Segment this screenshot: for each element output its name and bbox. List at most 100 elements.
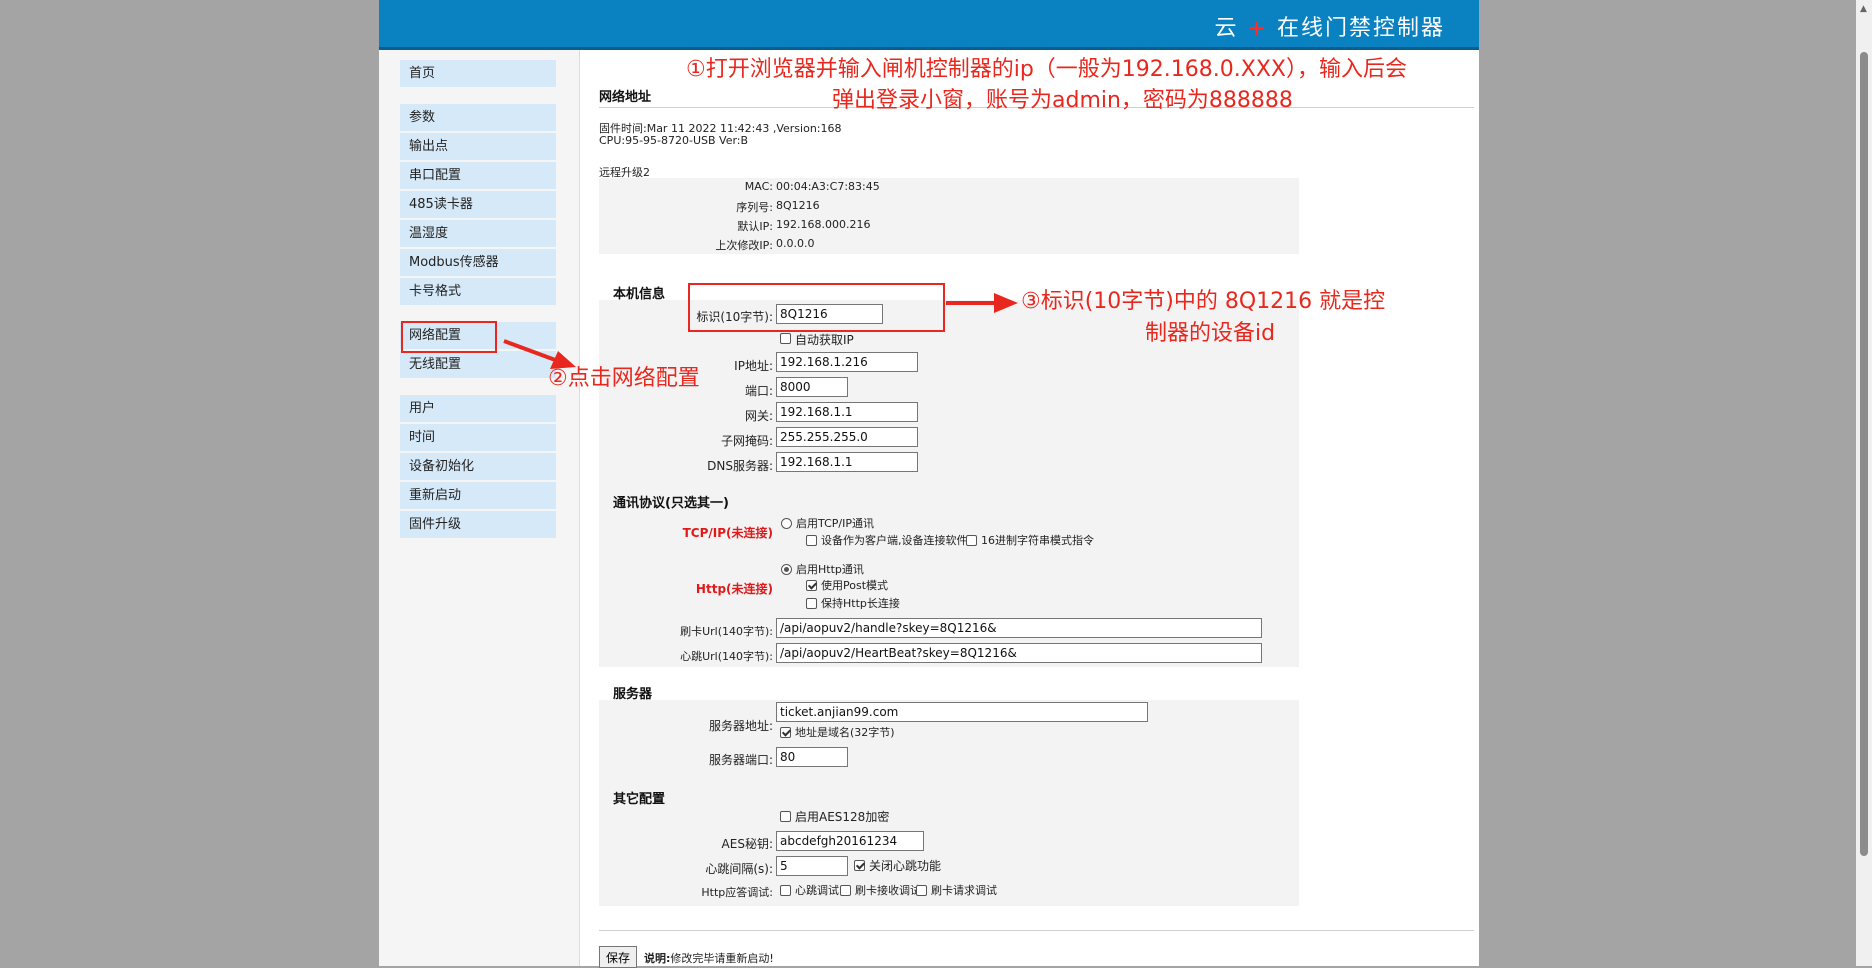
header-bar: 云 + 在线门禁控制器 <box>379 0 1479 50</box>
server-addr-input[interactable] <box>776 702 1148 722</box>
serial-label: 序列号: <box>736 201 773 214</box>
dns-input[interactable] <box>776 452 918 472</box>
http-keep-checkbox[interactable] <box>806 598 817 609</box>
tcp-hex-label: 16进制字符串模式指令 <box>981 534 1094 547</box>
sidebar-item-485-reader[interactable]: 485读卡器 <box>400 191 556 220</box>
annotation-step1-line1: ①打开浏览器并输入闸机控制器的ip（一般为192.168.0.XXX），输入后会 <box>686 57 1407 82</box>
sidebar-item-firmware[interactable]: 固件升级 <box>400 511 556 540</box>
sidebar: 首页 参数 输出点 串口配置 485读卡器 温湿度 Modbus传感器 卡号格式… <box>379 50 580 966</box>
http-post-label: 使用Post模式 <box>821 579 889 592</box>
card-url-label: 刷卡Url(140字节): <box>680 625 773 638</box>
auto-ip-label: 自动获取IP <box>795 333 854 347</box>
footer-note-text: 修改完毕请重新启动! <box>670 952 774 965</box>
page-title: 网络地址 <box>599 90 652 105</box>
aes-enable-label: 启用AES128加密 <box>795 810 890 824</box>
footer-divider <box>599 930 1474 931</box>
domain-checkbox[interactable] <box>780 727 791 738</box>
mac-value: 00:04:A3:C7:83:45 <box>776 180 880 193</box>
arrow-step2-icon <box>503 339 576 369</box>
domain-label: 地址是域名(32字节) <box>795 726 895 739</box>
network-config-highlight <box>401 321 497 353</box>
dns-label: DNS服务器: <box>707 459 773 473</box>
http-status: Http(未连接) <box>695 582 773 596</box>
annotation-step3-line1: ③标识(10字节)中的 8Q1216 就是控 <box>1021 289 1386 314</box>
aes-key-label: AES秘钥: <box>721 837 773 851</box>
sidebar-item-home[interactable]: 首页 <box>400 60 556 89</box>
hb-off-label: 关闭心跳功能 <box>869 859 942 873</box>
menu-group-params: 参数 输出点 串口配置 485读卡器 温湿度 Modbus传感器 卡号格式 <box>400 104 556 307</box>
http-keep-label: 保持Http长连接 <box>821 597 900 610</box>
app-window: 云 + 在线门禁控制器 首页 参数 输出点 串口配置 485读卡器 温湿度 Mo… <box>379 0 1479 968</box>
scroll-up-icon[interactable]: ▲ <box>1860 4 1867 14</box>
http-enable-label: 启用Http通讯 <box>796 563 864 576</box>
server-port-label: 服务器端口: <box>708 753 773 767</box>
default-ip-label: 默认IP: <box>737 220 773 233</box>
sidebar-item-temp-humidity[interactable]: 温湿度 <box>400 220 556 249</box>
annotation-step1-line2: 弹出登录小窗，账号为admin，密码为888888 <box>832 88 1293 113</box>
tcp-hex-checkbox[interactable] <box>966 535 977 546</box>
annotation-step3-line2: 制器的设备id <box>1145 321 1276 346</box>
last-ip-label: 上次修改IP: <box>715 239 773 252</box>
aes-key-input[interactable] <box>776 831 924 851</box>
sidebar-item-outputs[interactable]: 输出点 <box>400 133 556 162</box>
other-title: 其它配置 <box>613 792 666 807</box>
last-ip-value: 0.0.0.0 <box>776 237 815 250</box>
comm-title: 通讯协议(只选其一) <box>613 496 729 511</box>
dbg-card-req-checkbox[interactable] <box>916 885 927 896</box>
tcp-status: TCP/IP(未连接) <box>682 526 773 540</box>
sidebar-item-users[interactable]: 用户 <box>400 395 556 424</box>
hb-interval-input[interactable] <box>776 856 848 876</box>
server-addr-label: 服务器地址: <box>708 719 773 733</box>
sidebar-item-modbus[interactable]: Modbus传感器 <box>400 249 556 278</box>
sidebar-item-restart[interactable]: 重新启动 <box>400 482 556 511</box>
gateway-input[interactable] <box>776 402 918 422</box>
port-input[interactable] <box>776 377 848 397</box>
menu-group-home: 首页 <box>400 60 556 89</box>
menu-group-system: 用户 时间 设备初始化 重新启动 固件升级 <box>400 395 556 540</box>
hb-off-checkbox[interactable] <box>854 860 865 871</box>
aes-checkbox[interactable] <box>780 811 791 822</box>
main-content: 网络地址 固件时间:Mar 11 2022 11:42:43 ,Version:… <box>599 50 1479 968</box>
dbg-card-recv-label: 刷卡接收调试 <box>855 884 921 897</box>
tcp-enable-label: 启用TCP/IP通讯 <box>796 517 874 530</box>
title-plus: + <box>1247 16 1268 41</box>
tcp-client-checkbox[interactable] <box>806 535 817 546</box>
sidebar-item-params[interactable]: 参数 <box>400 104 556 133</box>
dbg-hb-checkbox[interactable] <box>780 885 791 896</box>
http-post-checkbox[interactable] <box>806 580 817 591</box>
title-prefix: 云 <box>1214 16 1239 41</box>
sidebar-item-init[interactable]: 设备初始化 <box>400 453 556 482</box>
http-radio[interactable] <box>781 564 792 575</box>
save-button[interactable]: 保存 <box>599 946 638 968</box>
sidebar-item-card-format[interactable]: 卡号格式 <box>400 278 556 307</box>
device-id-highlight <box>688 283 945 332</box>
http-debug-label: Http应答调试: <box>701 886 773 899</box>
hb-interval-label: 心跳间隔(s): <box>705 862 773 876</box>
tcp-radio[interactable] <box>781 518 792 529</box>
footer-note-label: 说明: <box>644 952 671 965</box>
server-port-input[interactable] <box>776 747 848 767</box>
sidebar-item-serial[interactable]: 串口配置 <box>400 162 556 191</box>
gateway-label: 网关: <box>744 409 773 423</box>
dbg-card-req-label: 刷卡请求调试 <box>931 884 997 897</box>
card-url-input[interactable] <box>776 618 1262 638</box>
mask-input[interactable] <box>776 427 918 447</box>
ip-input[interactable] <box>776 352 918 372</box>
mac-label: MAC: <box>744 180 773 193</box>
hb-url-label: 心跳Url(140字节): <box>680 650 773 663</box>
serial-value: 8Q1216 <box>776 199 820 212</box>
sidebar-item-time[interactable]: 时间 <box>400 424 556 453</box>
tcp-client-label: 设备作为客户端,设备连接软件 <box>821 534 968 547</box>
dbg-hb-label: 心跳调试 <box>795 884 839 897</box>
app-title: 云 + 在线门禁控制器 <box>1215 10 1445 42</box>
dbg-card-recv-checkbox[interactable] <box>840 885 851 896</box>
scroll-thumb[interactable] <box>1860 52 1868 856</box>
default-ip-value: 192.168.000.216 <box>776 218 871 231</box>
hb-url-input[interactable] <box>776 643 1262 663</box>
mask-label: 子网掩码: <box>720 434 773 448</box>
arrow-step3-icon <box>946 293 1018 313</box>
page-scrollbar[interactable]: ▲ <box>1856 0 1872 966</box>
footer-note: 说明:修改完毕请重新启动! <box>644 950 774 966</box>
title-rest: 在线门禁控制器 <box>1276 16 1445 41</box>
auto-ip-checkbox[interactable] <box>780 333 791 344</box>
